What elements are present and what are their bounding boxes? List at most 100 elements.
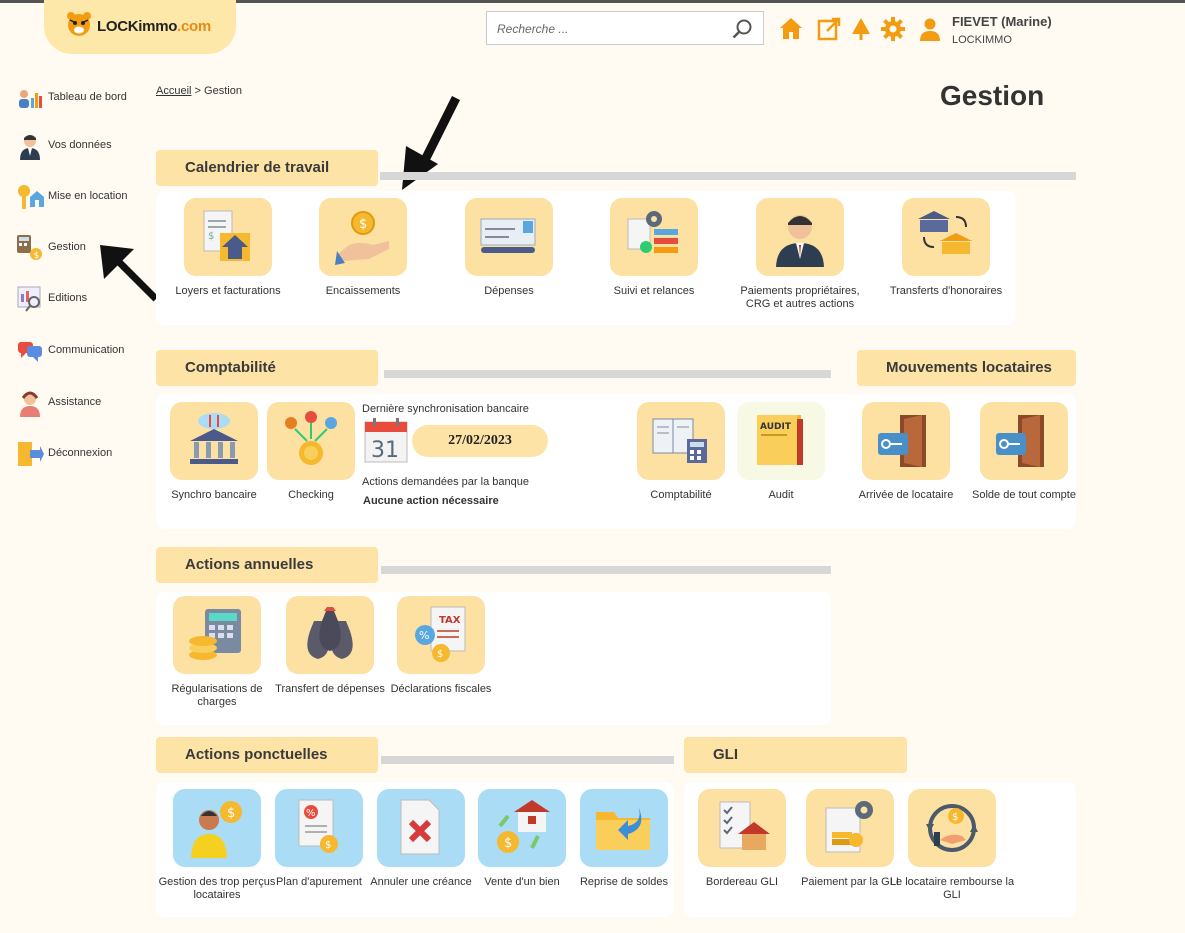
svg-text:$: $ (504, 836, 512, 851)
search-icon[interactable] (731, 18, 753, 40)
tile-paiements-proprietaires[interactable]: Paiements propriétaires, CRG et autres a… (735, 198, 865, 311)
tree-icon[interactable] (848, 16, 874, 42)
cancel-document-icon (400, 799, 440, 855)
key-door-exit-icon (996, 415, 1044, 467)
tile-transferts-honoraires[interactable]: Transferts d'honoraires (881, 198, 1011, 298)
calculator-coins-icon (189, 609, 241, 660)
svg-text:%: % (306, 808, 316, 819)
breadcrumb-separator: > (194, 85, 201, 97)
search-input[interactable] (495, 19, 719, 39)
folder-return-icon (596, 806, 650, 850)
tile-locataire-rembourse-gli[interactable]: $ Le locataire rembourse la GLI (887, 789, 1017, 902)
logo-text: LOCKimmo.com (97, 18, 211, 35)
tile-label: Déclarations fiscales (390, 683, 492, 695)
section-divider (381, 566, 831, 574)
search-box[interactable] (486, 11, 764, 45)
tile-arrivee-locataire[interactable]: Arrivée de locataire (841, 402, 971, 502)
section-title-ponctuelles: Actions ponctuelles (156, 737, 378, 773)
home-icon[interactable] (778, 16, 804, 42)
tile-regularisations-charges[interactable]: Régularisations de charges (152, 596, 282, 709)
person-coin-icon: $ (191, 801, 242, 858)
tile-label: Paiements propriétaires, CRG et autres a… (740, 285, 860, 310)
tiger-logo-icon (67, 12, 91, 36)
tile-depenses[interactable]: Dépenses (444, 198, 574, 298)
tile-label: Reprise de soldes (579, 876, 669, 888)
logo[interactable]: LOCKimmo.com (44, 0, 236, 54)
tile-solde-tout-compte[interactable]: Solde de tout compte (959, 402, 1089, 502)
gear-icon[interactable] (880, 16, 906, 42)
document-coins-gear-icon (825, 801, 873, 853)
support-agent-icon (20, 391, 40, 417)
sidebar-item-label: Gestion (48, 241, 86, 253)
tile-loyers-facturations[interactable]: $ Loyers et facturations (163, 198, 293, 298)
tile-encaissements[interactable]: $ Encaissements (298, 198, 428, 298)
coin-network-icon (285, 411, 337, 465)
sidebar-item-label: Tableau de bord (48, 91, 127, 103)
page-title: Gestion (940, 80, 1045, 111)
svg-text:$: $ (227, 806, 235, 821)
tile-label: Solde de tout compte (972, 489, 1076, 501)
ledger-calculator-icon (652, 418, 707, 463)
tile-reprise-soldes[interactable]: Reprise de soldes (559, 789, 689, 889)
sidebar-item-tableau-de-bord[interactable]: Tableau de bord (16, 84, 146, 114)
refund-cycle-icon: $ (926, 804, 978, 852)
sidebar-item-label: Vos données (48, 139, 112, 151)
tile-label: Le locataire rembourse la GLI (889, 876, 1015, 901)
svg-text:$: $ (325, 840, 331, 851)
money-bags-icon (307, 607, 353, 659)
section-title-comptabilite: Comptabilité (156, 350, 378, 386)
svg-text:$: $ (208, 231, 214, 242)
breadcrumb-home-link[interactable]: Accueil (156, 85, 191, 97)
tile-label: Audit (768, 489, 794, 501)
bank-actions-value: Aucune action nécessaire (363, 495, 499, 507)
house-sale-icon: $ (497, 800, 550, 853)
tile-label: Suivi et relances (613, 285, 695, 297)
calendar-icon: 31 (364, 418, 408, 463)
calculator-coins-icon: $ (17, 235, 42, 261)
sidebar-item-label: Assistance (48, 396, 102, 408)
sidebar-item-vos-donnees[interactable]: Vos données (16, 132, 146, 162)
audit-text: AUDIT (760, 422, 792, 432)
calendar-day: 31 (371, 438, 399, 463)
tile-label: Arrivée de locataire (858, 489, 954, 501)
section-title-mouvements: Mouvements locataires (857, 350, 1076, 386)
svg-text:$: $ (952, 812, 958, 823)
tile-label: Régularisations de charges (171, 683, 263, 708)
tax-document-icon: TAX % $ (415, 606, 466, 662)
bank-actions-label: Actions demandées par la banque (362, 476, 529, 488)
tile-audit[interactable]: AUDIT Audit (716, 402, 846, 502)
logout-door-icon (18, 442, 44, 466)
dashboard-chart-icon (19, 90, 42, 108)
tile-label: Loyers et facturations (175, 285, 281, 297)
tile-suivi-relances[interactable]: Suivi et relances (589, 198, 719, 298)
cheque-icon (480, 218, 536, 253)
external-link-icon[interactable] (816, 16, 842, 42)
sidebar-item-communication[interactable]: Communication (16, 337, 146, 367)
sidebar-item-label: Communication (48, 344, 125, 356)
key-door-icon (878, 415, 926, 467)
document-gear-icon (627, 211, 678, 253)
user-name[interactable]: FIEVET (Marine) (952, 14, 1052, 29)
hand-coin-icon: $ (335, 211, 389, 265)
section-divider (381, 756, 674, 764)
tax-text: TAX (439, 615, 461, 626)
breadcrumb: Accueil > Gestion (156, 85, 242, 97)
businessman-icon (776, 215, 824, 267)
user-icon[interactable] (917, 16, 943, 42)
chat-bubbles-icon (18, 342, 42, 362)
bank-cloud-icon (190, 413, 238, 464)
tile-label: Dépenses (484, 285, 534, 297)
section-title-annuelles: Actions annuelles (156, 547, 378, 583)
sidebar-item-assistance[interactable]: Assistance (16, 389, 146, 419)
sidebar-item-label: Mise en location (48, 190, 128, 202)
sidebar-item-mise-en-location[interactable]: Mise en location (16, 183, 146, 213)
tile-checking[interactable]: Checking (246, 402, 376, 502)
percent-document-icon: % $ (298, 799, 338, 853)
svg-text:$: $ (359, 217, 367, 232)
sidebar-item-deconnexion[interactable]: Déconnexion (16, 440, 146, 470)
document-search-icon (17, 286, 41, 312)
section-divider (380, 172, 1076, 180)
tile-declarations-fiscales[interactable]: TAX % $ Déclarations fiscales (376, 596, 506, 696)
tile-label: Checking (288, 489, 334, 501)
section-title-gli: GLI (684, 737, 907, 773)
